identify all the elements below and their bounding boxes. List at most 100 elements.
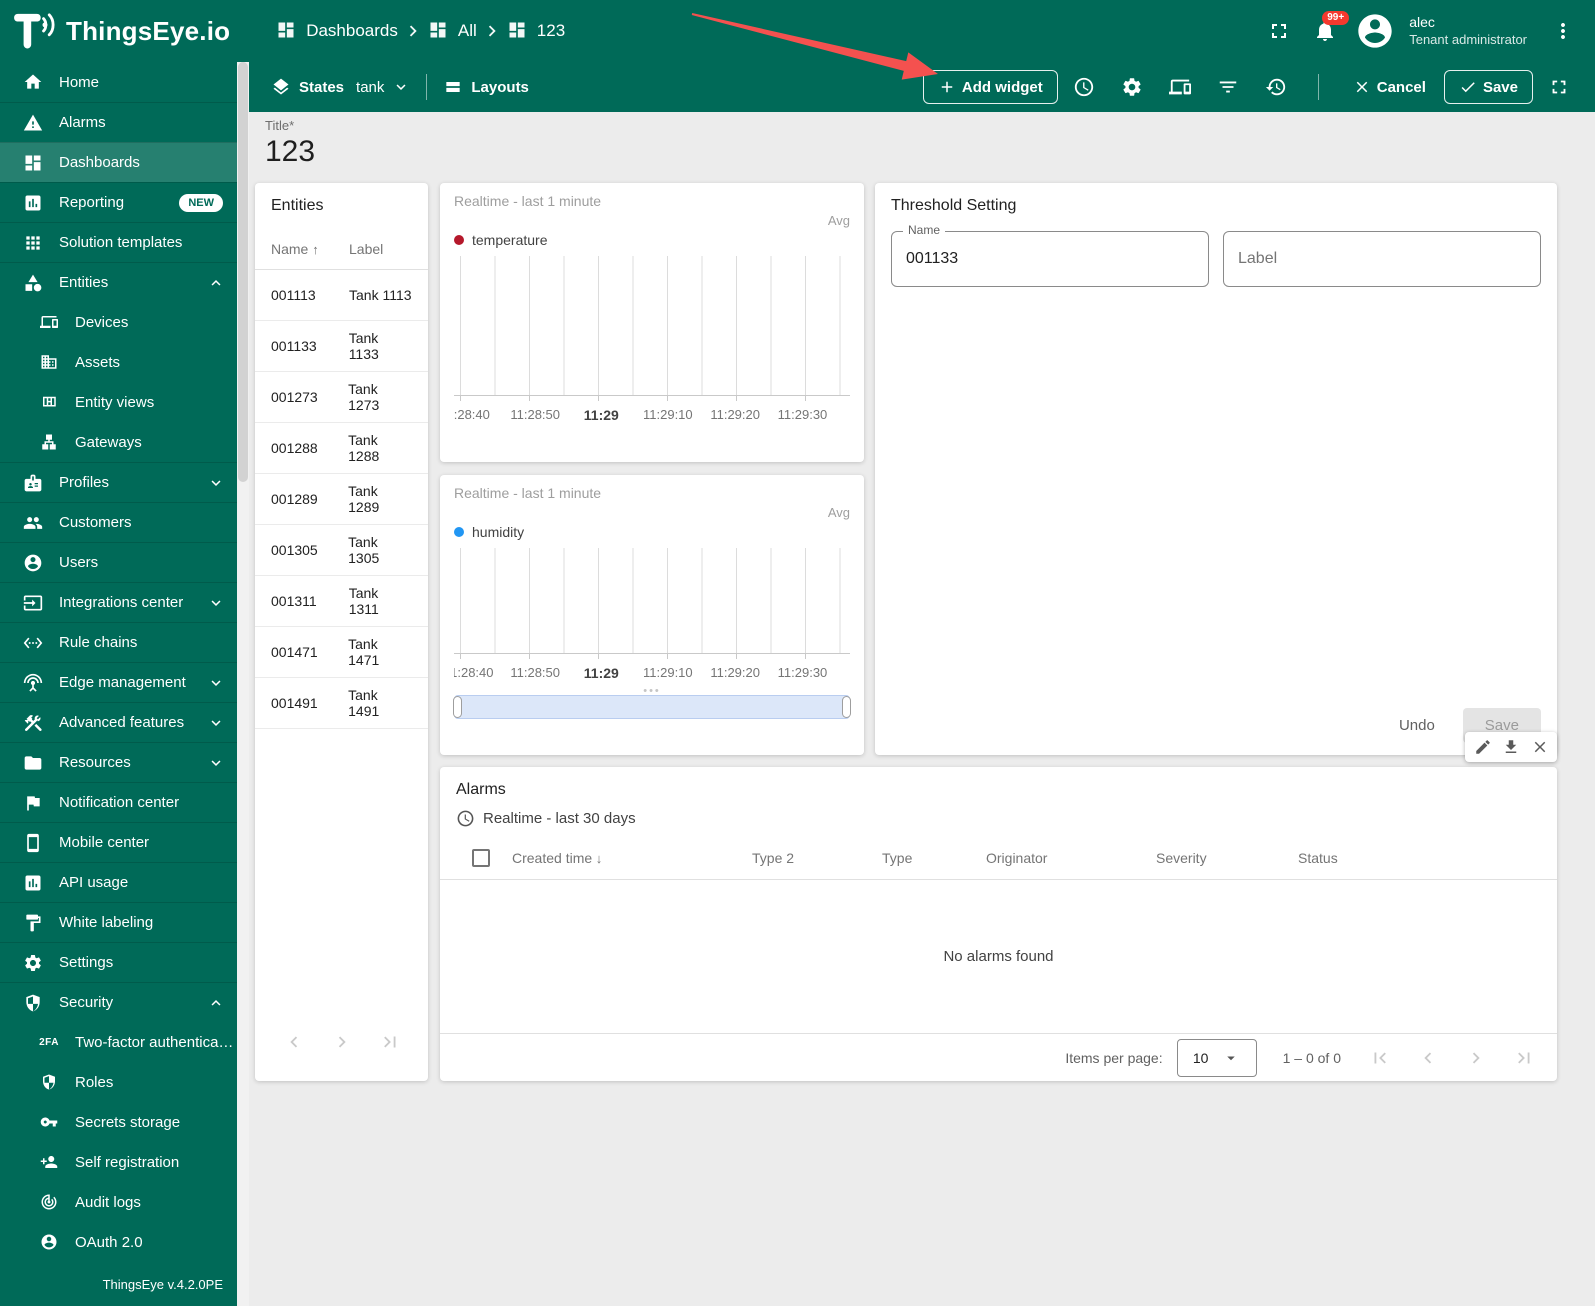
- version-history-button[interactable]: [1254, 67, 1298, 107]
- sidebar-item-two-factor-authenticati[interactable]: 2FA Two-factor authenticati…: [0, 1022, 237, 1062]
- humidity-legend[interactable]: humidity: [454, 524, 850, 540]
- next-page-button[interactable]: [1465, 1047, 1487, 1069]
- sidebar-item-secrets-storage[interactable]: Secrets storage: [0, 1102, 237, 1142]
- alarms-timewindow-button[interactable]: Realtime - last 30 days: [456, 809, 636, 828]
- sidebar-item-api-usage[interactable]: API usage: [0, 862, 237, 902]
- sidebar-item-dashboards[interactable]: Dashboards: [0, 142, 237, 182]
- temperature-legend[interactable]: temperature: [454, 232, 850, 248]
- entity-row[interactable]: 001471 Tank 1471: [255, 627, 428, 678]
- timewindow-button[interactable]: [1062, 67, 1106, 107]
- sidebar-item-solution-templates[interactable]: Solution templates: [0, 222, 237, 262]
- sidebar-item-users[interactable]: Users: [0, 542, 237, 582]
- next-page-button[interactable]: [331, 1031, 353, 1053]
- first-page-button[interactable]: [1369, 1047, 1391, 1069]
- badge-card-icon: [22, 472, 44, 494]
- items-per-page-select[interactable]: 10: [1176, 1038, 1257, 1077]
- sidebar-item-integrations-center[interactable]: Integrations center: [0, 582, 237, 622]
- sidebar-item-mobile-center[interactable]: Mobile center: [0, 822, 237, 862]
- previous-page-button[interactable]: [283, 1031, 305, 1053]
- last-page-button[interactable]: [1513, 1047, 1535, 1069]
- sidebar-item-entities[interactable]: Entities: [0, 262, 237, 302]
- states-selector[interactable]: States tank: [271, 77, 410, 97]
- export-widget-button[interactable]: [1500, 736, 1522, 758]
- sidebar-item-oauth-2-0[interactable]: OAuth 2.0: [0, 1222, 237, 1262]
- sidebar-item-home[interactable]: Home: [0, 62, 237, 102]
- entities-column-name[interactable]: Name ↑: [271, 241, 349, 257]
- entities-column-label[interactable]: Label: [349, 241, 383, 257]
- dashboard-settings-button[interactable]: [1110, 67, 1154, 107]
- breadcrumb-dashboards[interactable]: Dashboards: [276, 20, 398, 42]
- alarms-column-created-time[interactable]: Created time ↓: [512, 850, 752, 866]
- dashboard-title-field[interactable]: Title* 123: [265, 118, 315, 169]
- notifications-button[interactable]: 99+: [1305, 11, 1350, 51]
- sidebar-item-self-registration[interactable]: Self registration: [0, 1142, 237, 1182]
- entity-row[interactable]: 001288 Tank 1288: [255, 423, 428, 474]
- entity-row[interactable]: 001491 Tank 1491: [255, 678, 428, 729]
- sidebar-item-audit-logs[interactable]: Audit logs: [0, 1182, 237, 1222]
- last-page-button[interactable]: [379, 1031, 401, 1053]
- fullscreen-dashboard-button[interactable]: [1537, 67, 1581, 107]
- fullscreen-button[interactable]: [1259, 11, 1299, 51]
- sidebar-item-notification-center[interactable]: Notification center: [0, 782, 237, 822]
- history-icon: [1265, 76, 1287, 98]
- app-logo[interactable]: ThingsEye.io: [0, 12, 250, 50]
- label-input[interactable]: [1223, 231, 1541, 287]
- user-info[interactable]: alec Tenant administrator: [1409, 14, 1527, 48]
- sidebar-item-edge-management[interactable]: Edge management: [0, 662, 237, 702]
- sidebar-item-security[interactable]: Security: [0, 982, 237, 1022]
- sidebar-item-rule-chains[interactable]: Rule chains: [0, 622, 237, 662]
- sidebar-item-entity-views[interactable]: Entity views: [0, 382, 237, 422]
- brush-handle-right[interactable]: [842, 696, 851, 718]
- name-input[interactable]: [891, 231, 1209, 287]
- save-button[interactable]: Save: [1443, 70, 1533, 104]
- remove-widget-button[interactable]: [1529, 736, 1551, 758]
- alarms-empty-text: No alarms found: [943, 948, 1054, 965]
- entity-aliases-button[interactable]: [1158, 67, 1202, 107]
- sidebar-item-profiles[interactable]: Profiles: [0, 462, 237, 502]
- select-all-checkbox[interactable]: [472, 848, 490, 867]
- label-field-wrapper: [1223, 231, 1541, 287]
- alarms-column-type[interactable]: Type: [882, 850, 986, 866]
- scrollbar-thumb[interactable]: [238, 62, 248, 482]
- alarms-column-originator[interactable]: Originator: [986, 850, 1156, 866]
- entity-row[interactable]: 001133 Tank 1133: [255, 321, 428, 372]
- alarms-column-status[interactable]: Status: [1298, 850, 1438, 866]
- time-range-brush[interactable]: •••: [453, 686, 851, 719]
- sidebar-item-gateways[interactable]: Gateways: [0, 422, 237, 462]
- sidebar-item-white-labeling[interactable]: White labeling: [0, 902, 237, 942]
- temperature-aggregation[interactable]: Avg: [454, 213, 850, 228]
- sidebar-item-reporting[interactable]: Reporting NEW: [0, 182, 237, 222]
- entity-row[interactable]: 001273 Tank 1273: [255, 372, 428, 423]
- entity-row[interactable]: 001305 Tank 1305: [255, 525, 428, 576]
- sidebar-item-customers[interactable]: Customers: [0, 502, 237, 542]
- entity-row[interactable]: 001113 Tank 1113: [255, 270, 428, 321]
- brush-selection[interactable]: [454, 695, 850, 719]
- more-menu-button[interactable]: [1543, 11, 1583, 51]
- sidebar-item-assets[interactable]: Assets: [0, 342, 237, 382]
- add-widget-button[interactable]: Add widget: [922, 70, 1058, 104]
- alarms-column-severity[interactable]: Severity: [1156, 850, 1298, 866]
- avatar[interactable]: [1355, 11, 1395, 51]
- brush-handle-left[interactable]: [453, 696, 462, 718]
- sidebar-scrollbar[interactable]: [237, 62, 249, 1306]
- undo-button[interactable]: Undo: [1385, 709, 1449, 742]
- breadcrumb-all[interactable]: All: [428, 20, 477, 42]
- alarms-column-type-2[interactable]: Type 2: [752, 850, 882, 866]
- sidebar-item-resources[interactable]: Resources: [0, 742, 237, 782]
- entity-row[interactable]: 001289 Tank 1289: [255, 474, 428, 525]
- humidity-aggregation[interactable]: Avg: [454, 505, 850, 520]
- filters-button[interactable]: [1206, 67, 1250, 107]
- cancel-button[interactable]: Cancel: [1339, 71, 1440, 103]
- sidebar-item-devices[interactable]: Devices: [0, 302, 237, 342]
- sidebar-item-settings[interactable]: Settings: [0, 942, 237, 982]
- sidebar-item-advanced-features[interactable]: Advanced features: [0, 702, 237, 742]
- sidebar-item-alarms[interactable]: Alarms: [0, 102, 237, 142]
- entity-row[interactable]: 001311 Tank 1311: [255, 576, 428, 627]
- sidebar-item-roles[interactable]: Roles: [0, 1062, 237, 1102]
- entity-label: Tank 1491: [348, 687, 380, 719]
- x-axis-tick-label: 11:29:30: [777, 407, 828, 422]
- layouts-button[interactable]: Layouts: [443, 77, 529, 97]
- edit-widget-button[interactable]: [1472, 736, 1494, 758]
- previous-page-button[interactable]: [1417, 1047, 1439, 1069]
- breadcrumb-123[interactable]: 123: [507, 20, 565, 42]
